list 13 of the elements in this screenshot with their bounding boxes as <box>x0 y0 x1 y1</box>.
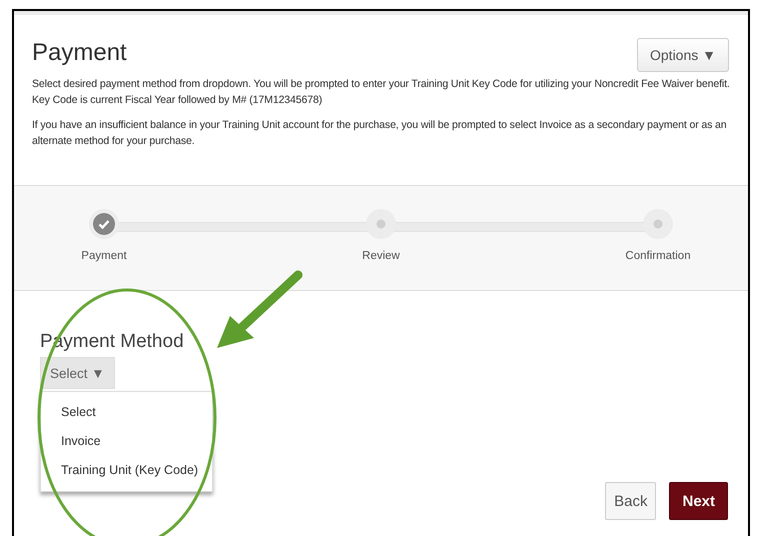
step-label: Confirmation <box>625 250 691 262</box>
instruction-text: Select desired payment method from dropdown. You will be prompted to enter your Training Unit Key Code for utilizing your Noncredit Fee Waiver benefit. Key Code is current Fiscal Year followed by M# (17M12345678) <box>32 77 730 108</box>
back-button[interactable]: Back <box>605 482 656 520</box>
select-dropdown[interactable]: Select ▼ <box>40 357 115 389</box>
options-button[interactable]: Options ▼ <box>637 38 729 72</box>
page-title: Payment <box>32 39 127 67</box>
next-button[interactable]: Next <box>669 482 728 520</box>
menu-item[interactable]: Invoice <box>41 427 212 456</box>
menu-item[interactable]: Training Unit (Key Code) <box>41 456 212 485</box>
instruction-text: If you have an insufficient balance in your Training Unit account for the purchase, you will be prompted to select Invoice as a secondary payment or as an alternate method for your purchase. <box>32 118 728 149</box>
menu-item[interactable]: Select <box>41 398 212 427</box>
step-label: Payment <box>81 250 127 262</box>
step-label: Review <box>362 250 400 262</box>
